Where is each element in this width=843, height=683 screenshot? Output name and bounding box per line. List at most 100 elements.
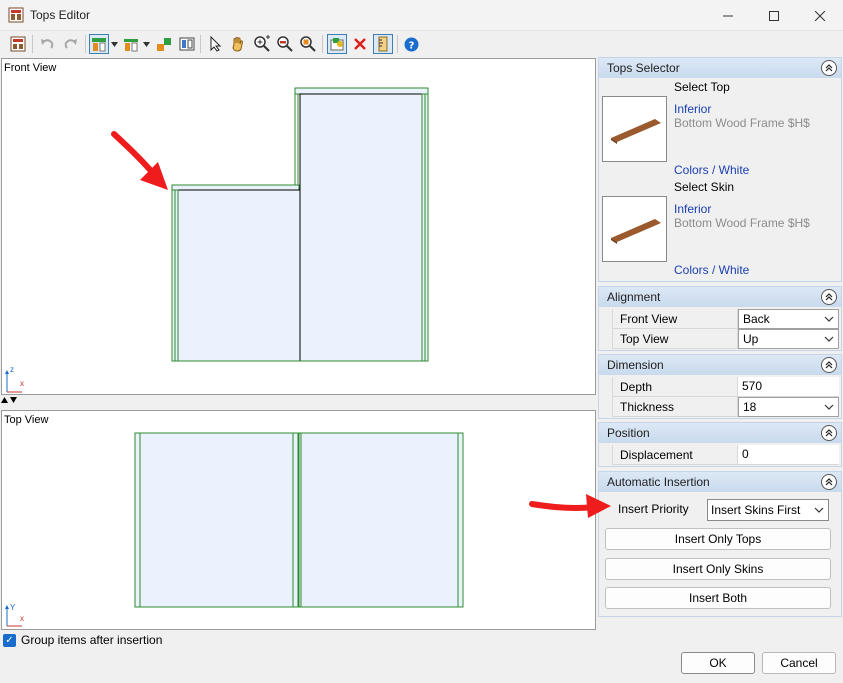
chevron-up-double-icon [825,429,833,437]
minimize-button[interactable] [705,0,751,31]
top-view-align-select[interactable]: Up [738,329,839,349]
front-top-right [294,87,429,95]
title-bar: Tops Editor [0,0,843,31]
undo-button[interactable] [37,34,57,54]
tops-selector-title: Tops Selector [607,61,680,75]
redo-button[interactable] [61,34,81,54]
zoom-fit-icon [300,36,316,52]
chevron-up-double-icon [825,64,833,72]
svg-text:?: ? [408,40,414,51]
chevron-up-double-icon [825,293,833,301]
insert-priority-select[interactable]: Insert Skins First [707,499,829,521]
dimension-section: Dimension Depth 570 Thickness 18 [598,354,842,419]
help-button[interactable]: ? [401,34,421,54]
alignment-header: Alignment [599,287,841,307]
skin-color-link[interactable]: Colors / White [674,263,749,277]
collapse-position-button[interactable] [821,425,837,441]
close-button[interactable] [797,0,843,31]
front-panel-right [299,93,423,362]
chevron-down-icon [824,404,834,410]
top-view-right-panel [298,432,464,608]
thickness-select[interactable]: 18 [738,397,839,417]
skin-thumbnail[interactable] [602,196,667,262]
insert-top-dropdown[interactable] [109,34,119,54]
front-view-align-select[interactable]: Back [738,309,839,329]
zoom-out-button[interactable] [275,34,295,54]
tops-selector-section: Tops Selector Select Top Inferior Bottom… [598,57,842,282]
insert-priority-value: Insert Skins First [711,503,801,517]
thickness-value: 18 [743,400,757,414]
insert-only-skins-button[interactable]: Insert Only Skins [605,558,831,580]
position-section: Position Displacement 0 [598,422,842,467]
chevron-down-icon [142,41,150,47]
top-view-align-label: Top View [612,329,738,349]
undo-icon [41,39,54,49]
top-view-align-row: Top View Up [612,329,839,349]
select-tool-button[interactable] [205,34,225,54]
auto-insert-button[interactable] [327,34,347,54]
position-title: Position [607,426,650,440]
front-view-align-value: Back [743,312,770,326]
pan-tool-button[interactable] [228,34,248,54]
wood-board-icon [611,219,661,244]
front-panel-left [177,189,301,362]
checkbox-checked-icon: ✓ [3,633,16,647]
front-view-align-label: Front View [612,309,738,329]
collapse-tops-selector-button[interactable] [821,60,837,76]
annotation-arrow-icon [529,494,611,518]
collapse-automatic-insertion-button[interactable] [821,474,837,490]
split-view-button[interactable] [177,34,197,54]
insert-top-button[interactable] [89,34,109,54]
top-color-link[interactable]: Colors / White [674,163,749,177]
redo-icon [64,39,77,49]
zoom-fit-button[interactable] [298,34,318,54]
blocks-icon [157,38,171,51]
chevron-up-double-icon [825,478,833,486]
zoom-in-icon [254,35,270,52]
measure-icon [378,36,388,52]
chevron-down-icon [814,507,824,513]
delete-button[interactable] [350,34,370,54]
top-thumbnail[interactable] [602,96,667,162]
thickness-row: Thickness 18 [612,397,839,417]
front-top-left [171,184,300,191]
alignment-section: Alignment Front View Back Top View Up [598,286,842,351]
hand-icon [232,37,244,52]
collapse-alignment-button[interactable] [821,289,837,305]
maximize-button[interactable] [751,0,797,31]
skin-material-link[interactable]: Inferior [674,202,711,216]
insert-skin-button[interactable] [121,34,141,54]
pointer-icon [210,36,222,52]
displacement-input[interactable]: 0 [738,445,839,465]
cancel-button[interactable]: Cancel [762,652,836,674]
zoom-in-button[interactable] [252,34,272,54]
displacement-label: Displacement [612,445,738,465]
alignment-title: Alignment [607,290,661,304]
tops-selector-header: Tops Selector [599,58,841,78]
front-view-canvas[interactable]: Front View z x [1,58,596,395]
ok-button[interactable]: OK [681,652,755,674]
select-skin-label: Select Skin [674,180,735,194]
insert-panel-icon [330,38,344,51]
view-splitter[interactable] [0,395,20,407]
group-items-checkbox[interactable]: ✓ Group items after insertion [3,633,162,647]
delete-icon [354,38,366,50]
annotation-arrow-icon [111,131,168,190]
top-axis-x-label: x [20,614,24,623]
properties-button[interactable] [373,34,393,54]
top-material-link[interactable]: Inferior [674,102,711,116]
collapse-dimension-button[interactable] [821,357,837,373]
cabinet-icon [10,36,26,52]
chevron-up-double-icon [825,361,833,369]
front-view-drawing [5,87,429,393]
insert-both-button[interactable]: Insert Both [605,587,831,609]
tops-editor-tool-button[interactable] [8,34,28,54]
automatic-insertion-title: Automatic Insertion [607,475,710,489]
insert-only-tops-button[interactable]: Insert Only Tops [605,528,831,550]
maximize-icon [769,10,779,21]
skin-material-desc: Bottom Wood Frame $H$ [674,216,810,230]
depth-input[interactable]: 570 [738,377,839,397]
insert-skin-dropdown[interactable] [141,34,151,54]
top-view-canvas[interactable]: Top View Y x [1,410,596,630]
panel-option-button[interactable] [154,34,174,54]
